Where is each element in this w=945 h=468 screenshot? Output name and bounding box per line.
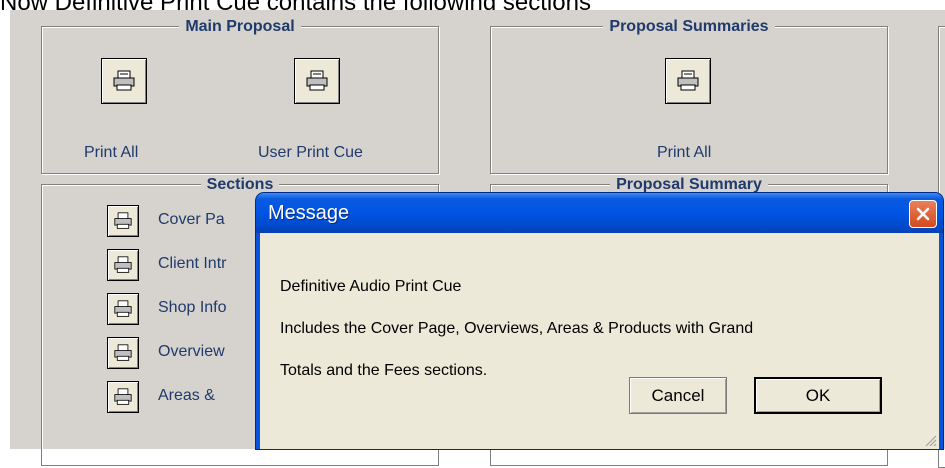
printer-icon <box>306 70 328 91</box>
printer-icon <box>114 300 132 317</box>
message-line-1: Definitive Audio Print Cue <box>280 278 462 295</box>
close-icon <box>916 207 930 221</box>
summaries-print-all-button[interactable] <box>665 58 711 104</box>
proposal-summary-title: Proposal Summary <box>610 176 768 193</box>
section-label: Areas & <box>158 387 215 404</box>
dialog-titlebar[interactable]: Message <box>256 193 943 233</box>
overview-print-button[interactable] <box>107 337 139 369</box>
user-print-cue-button[interactable] <box>294 58 340 104</box>
summaries-print-all-label: Print All <box>657 144 712 161</box>
areas-print-button[interactable] <box>107 381 139 413</box>
printer-icon <box>113 70 135 91</box>
cancel-button[interactable]: Cancel <box>629 377 727 414</box>
print-all-button[interactable] <box>101 58 147 104</box>
client-intro-print-button[interactable] <box>107 249 139 281</box>
main-proposal-title: Main Proposal <box>179 18 301 35</box>
section-label: Cover Pa <box>158 211 225 228</box>
shop-info-print-button[interactable] <box>107 293 139 325</box>
user-print-cue-label: User Print Cue <box>258 144 363 161</box>
main-proposal-group: Main Proposal Print All User Print Cue <box>41 18 439 174</box>
resize-grip-icon[interactable] <box>923 433 937 447</box>
ok-button[interactable]: OK <box>754 377 882 414</box>
print-all-label: Print All <box>84 144 139 161</box>
section-label: Shop Info <box>158 299 227 316</box>
printer-icon <box>114 256 132 273</box>
dialog-title: Message <box>268 202 350 224</box>
dialog-body: Definitive Audio Print Cue Includes the … <box>260 233 939 449</box>
printer-icon <box>114 344 132 361</box>
printer-icon <box>677 70 699 91</box>
proposal-summaries-title: Proposal Summaries <box>603 18 775 35</box>
close-button[interactable] <box>909 200 937 228</box>
cover-page-print-button[interactable] <box>107 205 139 237</box>
section-label: Client Intr <box>158 255 227 272</box>
printer-icon <box>114 212 132 229</box>
message-line-2: Includes the Cover Page, Overviews, Area… <box>280 320 754 337</box>
section-label: Overview <box>158 343 225 360</box>
printer-icon <box>114 388 132 405</box>
message-dialog: Message Definitive Audio Print Cue Inclu… <box>256 193 943 449</box>
sections-title: Sections <box>200 176 280 193</box>
proposal-summaries-group: Proposal Summaries Print All <box>490 18 888 174</box>
